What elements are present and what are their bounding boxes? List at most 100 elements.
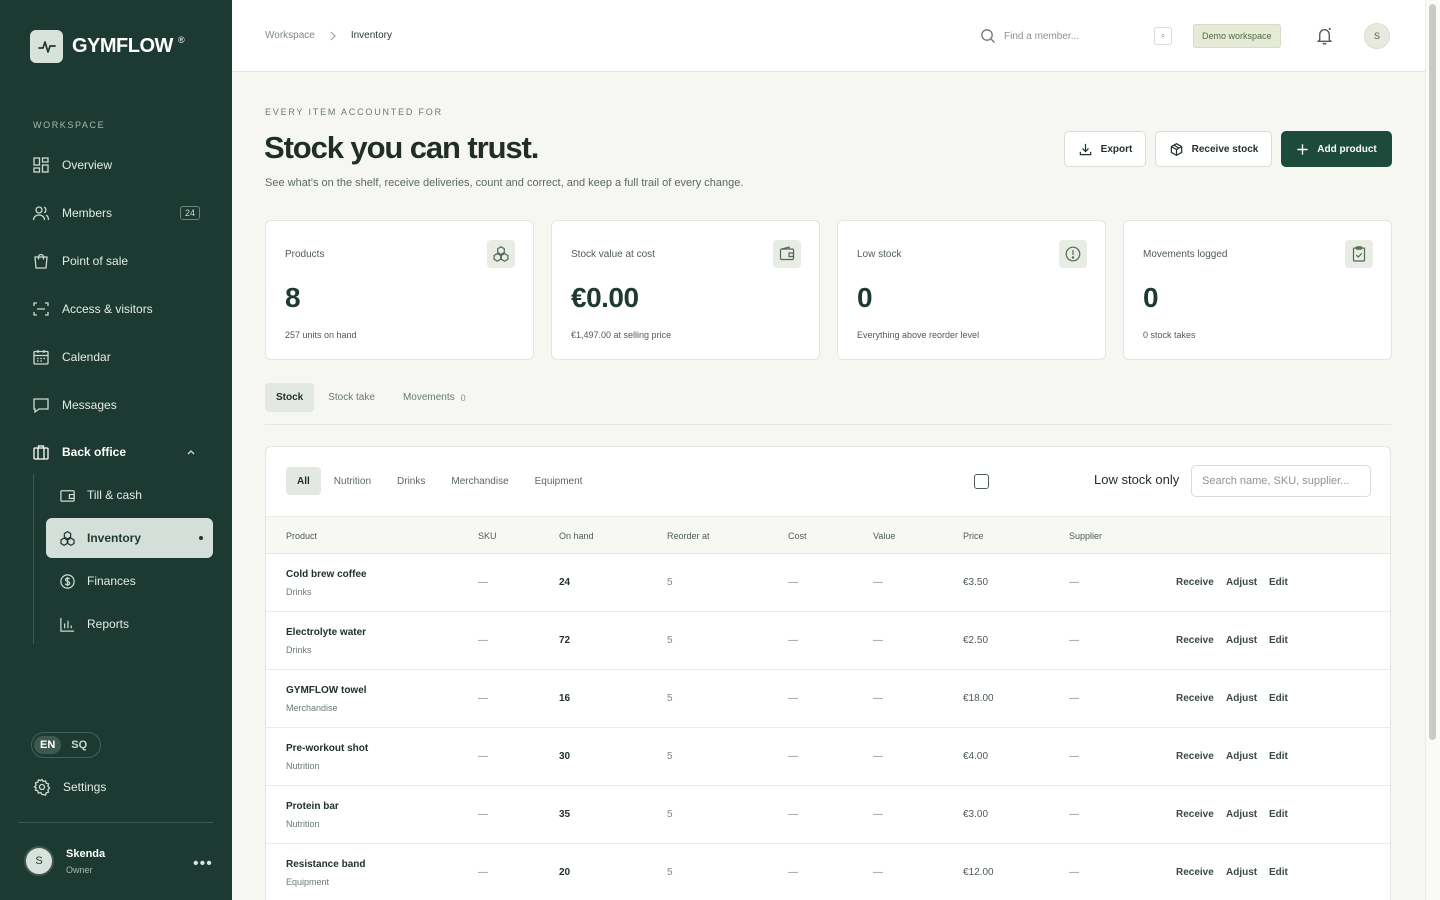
adjust-row-button[interactable]: Adjust bbox=[1226, 693, 1257, 704]
user-profile[interactable]: S Skenda Owner bbox=[24, 846, 105, 876]
cell-sku: — bbox=[478, 751, 488, 762]
receive-stock-button[interactable]: Receive stock bbox=[1155, 131, 1272, 167]
sidebar-item-back-office[interactable]: Back office bbox=[18, 432, 214, 472]
stat-subtext: Everything above reorder level bbox=[857, 330, 980, 340]
edit-row-button[interactable]: Edit bbox=[1269, 635, 1288, 646]
gear-icon bbox=[33, 778, 51, 796]
sidebar-item-access[interactable]: Access & visitors bbox=[18, 289, 214, 329]
filter-merchandise[interactable]: Merchandise bbox=[438, 467, 521, 495]
low-stock-checkbox[interactable] bbox=[974, 474, 989, 489]
receive-stock-label: Receive stock bbox=[1191, 143, 1259, 155]
wallet-icon bbox=[773, 240, 801, 268]
scrollbar-thumb[interactable] bbox=[1429, 4, 1436, 740]
adjust-row-button[interactable]: Adjust bbox=[1226, 867, 1257, 878]
sidebar-item-messages[interactable]: Messages bbox=[18, 385, 214, 425]
column-header[interactable]: SKU bbox=[478, 531, 497, 541]
sidebar: GYMFLOW ® WORKSPACE Overview Members 24 … bbox=[0, 0, 232, 900]
edit-row-button[interactable]: Edit bbox=[1269, 693, 1288, 704]
view-tabs: Stock Stock take Movements 0 bbox=[265, 383, 480, 412]
cell-cost: — bbox=[788, 577, 798, 588]
sidebar-item-till-cash[interactable]: Till & cash bbox=[46, 475, 213, 515]
sidebar-item-label: Finances bbox=[87, 574, 136, 588]
edit-row-button[interactable]: Edit bbox=[1269, 751, 1288, 762]
column-header[interactable]: Supplier bbox=[1069, 531, 1102, 541]
filter-drinks[interactable]: Drinks bbox=[384, 467, 438, 495]
adjust-row-button[interactable]: Adjust bbox=[1226, 809, 1257, 820]
cell-sku: — bbox=[478, 577, 488, 588]
scan-icon bbox=[33, 302, 49, 316]
brand-registered-mark: ® bbox=[177, 34, 185, 45]
cell-reorder: 5 bbox=[667, 751, 673, 762]
receive-row-button[interactable]: Receive bbox=[1176, 577, 1214, 588]
filter-all[interactable]: All bbox=[286, 467, 321, 495]
sidebar-item-finances[interactable]: Finances bbox=[46, 561, 213, 601]
sidebar-item-reports[interactable]: Reports bbox=[46, 604, 213, 644]
product-name: Resistance band bbox=[286, 859, 366, 870]
lang-sq[interactable]: SQ bbox=[65, 736, 93, 754]
cell-price: €3.00 bbox=[963, 809, 989, 820]
adjust-row-button[interactable]: Adjust bbox=[1226, 577, 1257, 588]
sidebar-item-inventory[interactable]: Inventory bbox=[46, 518, 213, 558]
add-product-label: Add product bbox=[1317, 143, 1377, 155]
tab-stock[interactable]: Stock bbox=[265, 383, 315, 412]
adjust-row-button[interactable]: Adjust bbox=[1226, 751, 1257, 762]
breadcrumb-workspace[interactable]: Workspace bbox=[265, 30, 315, 41]
notifications-button[interactable] bbox=[1315, 26, 1334, 50]
receive-row-button[interactable]: Receive bbox=[1176, 635, 1214, 646]
package-icon bbox=[1170, 142, 1182, 156]
sidebar-item-point-of-sale[interactable]: Point of sale bbox=[18, 241, 214, 281]
page-subtitle: See what's on the shelf, receive deliver… bbox=[265, 177, 744, 189]
column-header[interactable]: Product bbox=[286, 531, 317, 541]
filter-equipment[interactable]: Equipment bbox=[522, 467, 596, 495]
cell-sku: — bbox=[478, 693, 488, 704]
more-options-icon[interactable]: ••• bbox=[193, 855, 213, 873]
receive-row-button[interactable]: Receive bbox=[1176, 809, 1214, 820]
stat-label: Products bbox=[285, 249, 325, 260]
add-product-button[interactable]: Add product bbox=[1281, 131, 1392, 167]
filter-nutrition[interactable]: Nutrition bbox=[321, 467, 384, 495]
receive-row-button[interactable]: Receive bbox=[1176, 693, 1214, 704]
language-switcher[interactable]: EN SQ bbox=[31, 732, 101, 758]
stat-value: 0 bbox=[1143, 282, 1159, 313]
members-count-badge: 24 bbox=[179, 206, 200, 220]
avatar[interactable]: S bbox=[1364, 23, 1390, 49]
receive-row-button[interactable]: Receive bbox=[1176, 751, 1214, 762]
sidebar-item-members[interactable]: Members 24 bbox=[18, 193, 214, 233]
product-search-input[interactable]: Search name, SKU, supplier... bbox=[1191, 465, 1371, 497]
tabs-divider bbox=[265, 424, 1391, 425]
user-name: Skenda bbox=[66, 847, 106, 860]
stat-card-movements: Movements logged 0 0 stock takes bbox=[1123, 220, 1392, 360]
column-header[interactable]: Reorder at bbox=[667, 531, 710, 541]
export-button[interactable]: Export bbox=[1064, 131, 1146, 167]
adjust-row-button[interactable]: Adjust bbox=[1226, 635, 1257, 646]
sidebar-item-calendar[interactable]: Calendar bbox=[18, 337, 214, 377]
edit-row-button[interactable]: Edit bbox=[1269, 577, 1288, 588]
tab-stock-take[interactable]: Stock take bbox=[314, 383, 389, 412]
sidebar-item-label: Members bbox=[62, 206, 113, 220]
dashboard-icon bbox=[33, 157, 49, 173]
edit-row-button[interactable]: Edit bbox=[1269, 867, 1288, 878]
member-search[interactable]: Find a member... ⌕ bbox=[980, 26, 1172, 46]
tab-count: 0 bbox=[460, 392, 466, 403]
edit-row-button[interactable]: Edit bbox=[1269, 809, 1288, 820]
tab-movements[interactable]: Movements 0 bbox=[389, 383, 480, 412]
lang-en[interactable]: EN bbox=[34, 736, 62, 754]
cell-value: — bbox=[873, 635, 883, 646]
brand-logo[interactable]: GYMFLOW ® bbox=[30, 30, 189, 63]
sidebar-item-label: Inventory bbox=[87, 531, 142, 545]
cell-price: €2.50 bbox=[963, 635, 989, 646]
column-header[interactable]: On hand bbox=[559, 531, 594, 541]
sidebar-item-overview[interactable]: Overview bbox=[18, 145, 214, 185]
cell-cost: — bbox=[788, 809, 798, 820]
sidebar-item-settings[interactable]: Settings bbox=[33, 778, 106, 796]
column-header[interactable]: Price bbox=[963, 531, 984, 541]
cell-reorder: 5 bbox=[667, 577, 673, 588]
cell-supplier: — bbox=[1069, 693, 1079, 704]
receive-row-button[interactable]: Receive bbox=[1176, 867, 1214, 878]
stat-subtext: 0 stock takes bbox=[1143, 330, 1196, 340]
column-header[interactable]: Value bbox=[873, 531, 895, 541]
column-header[interactable]: Cost bbox=[788, 531, 807, 541]
search-input[interactable]: Find a member... bbox=[1004, 31, 1079, 42]
workspace-badge[interactable]: Demo workspace bbox=[1193, 24, 1281, 48]
table-header: Product SKU On hand Reorder at Cost Valu… bbox=[266, 516, 1390, 554]
